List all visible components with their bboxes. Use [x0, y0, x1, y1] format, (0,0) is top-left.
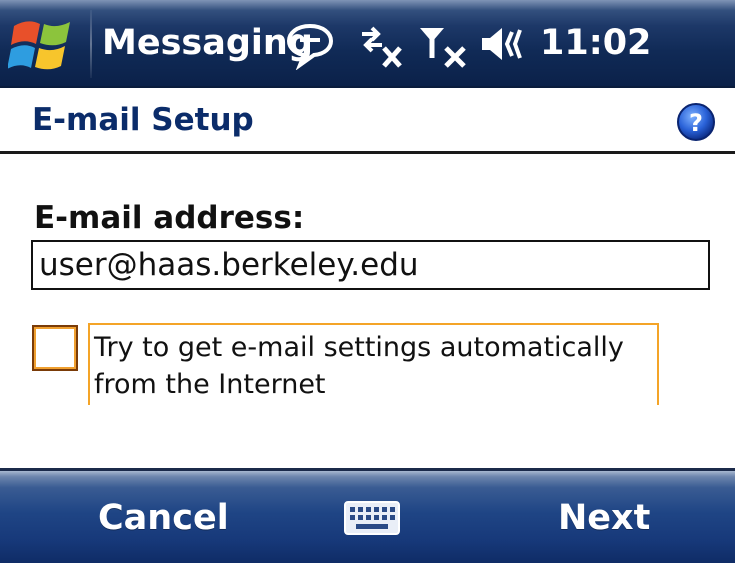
speech-bubble-icon — [286, 23, 334, 71]
cancel-button[interactable]: Cancel — [98, 493, 229, 543]
app-title: Messaging — [102, 23, 313, 63]
signal-icon[interactable] — [416, 18, 472, 70]
no-signal-icon — [420, 28, 466, 68]
softkey-bar: Cancel Next — [0, 468, 735, 563]
email-label: E-mail address: — [34, 200, 305, 236]
volume-icon[interactable] — [478, 18, 534, 70]
next-button[interactable]: Next — [558, 493, 650, 543]
svg-text:?: ? — [689, 109, 703, 137]
start-button[interactable] — [7, 14, 78, 76]
device-screen: Messaging 11:02 E-mail Setup ? E-mail ad… — [0, 0, 735, 563]
speaker-icon — [482, 28, 522, 60]
connectivity-icon[interactable] — [356, 18, 408, 70]
page-title: E-mail Setup — [32, 102, 254, 138]
title-divider — [90, 10, 92, 78]
notification-icon[interactable] — [284, 18, 336, 71]
auto-settings-checkbox[interactable] — [32, 325, 78, 371]
clock: 11:02 — [540, 23, 652, 63]
help-button[interactable]: ? — [676, 102, 716, 142]
keyboard-button[interactable] — [344, 501, 400, 535]
keyboard-icon — [344, 501, 400, 535]
data-disconnected-icon — [362, 26, 402, 68]
title-bar: Messaging 11:02 — [0, 0, 735, 88]
page-header: E-mail Setup ? — [0, 88, 735, 154]
email-field[interactable] — [31, 240, 710, 290]
auto-settings-label[interactable]: Try to get e-mail settings automatically… — [88, 323, 659, 405]
windows-flag-icon — [7, 21, 70, 70]
help-icon: ? — [677, 103, 715, 141]
